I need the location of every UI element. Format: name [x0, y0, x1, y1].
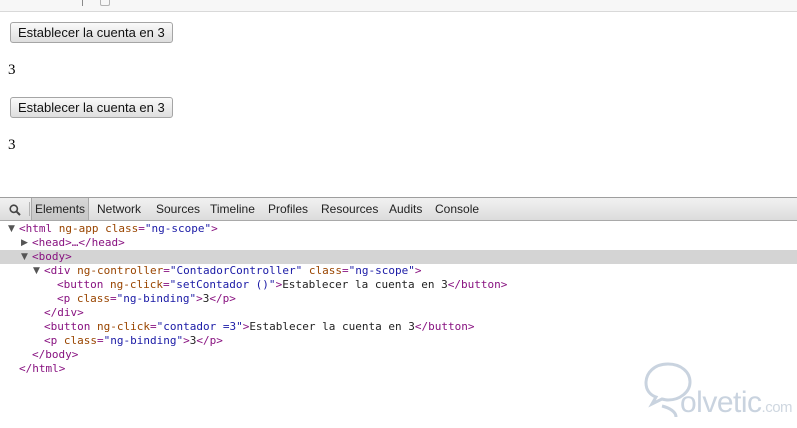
tag-close: > [414, 264, 422, 277]
attr-name: class [105, 222, 139, 235]
expanded-triangle-icon[interactable]: ▼ [8, 222, 15, 236]
attr-value: "ng-scope" [144, 222, 212, 235]
solvetic-wordmark: olvetic.com [680, 386, 793, 420]
tag-end: </button> [414, 320, 475, 333]
search-icon[interactable] [9, 203, 21, 216]
toolbar-divider [82, 0, 83, 6]
tag-body-close: </body> [32, 348, 79, 361]
tag-head: <head>…</head> [32, 236, 125, 249]
expanded-triangle-icon[interactable]: ▼ [33, 264, 40, 278]
attr-equals: = [138, 222, 145, 235]
attr-equals: = [97, 334, 104, 347]
attr-name: ng-click [96, 320, 150, 333]
attr-equals: = [342, 264, 349, 277]
attr-name: class [63, 334, 97, 347]
tree-node-p-1[interactable]: <p class="ng-binding">3</p> [0, 292, 797, 306]
tree-node-div-close[interactable]: </div> [0, 306, 797, 320]
set-count-button-1[interactable]: Establecer la cuenta en 3 [10, 22, 173, 43]
tag-close: > [211, 222, 218, 235]
tree-node-button-2[interactable]: <button ng-click="contador =3">Establece… [0, 320, 797, 334]
tag-html-close: </html> [19, 362, 66, 375]
attr-value: "ContadorController" [169, 264, 303, 277]
node-text: Establecer la cuenta en 3 [249, 320, 415, 333]
tree-node-head[interactable]: ▶ <head>…</head> [0, 236, 797, 250]
attr-equals: = [110, 292, 117, 305]
node-text: Establecer la cuenta en 3 [282, 278, 448, 291]
attr-value: "ng-scope" [348, 264, 415, 277]
tag-end: </button> [447, 278, 508, 291]
tag-close: > [196, 292, 203, 305]
dom-tree: ▼ <html ng-app class="ng-scope"> ▶ <head… [0, 222, 797, 376]
attr-equals: = [162, 278, 170, 291]
tab-network[interactable]: Network [97, 198, 141, 220]
page-icon [100, 0, 110, 6]
tree-node-div[interactable]: ▼ <div ng-controller="ContadorController… [0, 264, 797, 278]
tag-body: <body> [32, 250, 72, 263]
attr-name: ng-app [58, 222, 99, 235]
tab-profiles[interactable]: Profiles [268, 198, 308, 220]
tag-end: </p> [196, 334, 223, 347]
attr-equals: = [149, 320, 157, 333]
attr-name: class [308, 264, 343, 277]
page-viewport: Establecer la cuenta en 3 3 Establecer l… [0, 0, 797, 197]
count-value-1: 3 [8, 62, 16, 78]
tree-node-body[interactable]: ▼ <body> [0, 250, 797, 264]
devtools-toolbar: Elements Network Sources Timeline Profil… [0, 198, 797, 221]
tab-console[interactable]: Console [435, 198, 479, 220]
count-value-2: 3 [8, 137, 16, 153]
collapsed-triangle-icon[interactable]: ▶ [21, 236, 28, 250]
tab-sources[interactable]: Sources [156, 198, 200, 220]
tag-close: > [183, 334, 190, 347]
brand-name: olvetic [680, 386, 762, 419]
tab-timeline[interactable]: Timeline [210, 198, 255, 220]
attr-name: class [76, 292, 110, 305]
tab-resources[interactable]: Resources [321, 198, 378, 220]
tag-open: <button [57, 278, 104, 291]
tag-open: <p [44, 334, 58, 347]
attr-value: "setContador ()" [169, 278, 276, 291]
attr-equals: = [163, 264, 170, 277]
attr-name: ng-controller [77, 264, 164, 277]
tree-node-p-2[interactable]: <p class="ng-binding">3</p> [0, 334, 797, 348]
attr-name: ng-click [109, 278, 163, 291]
tag-open: <button [44, 320, 91, 333]
tag-end: </p> [209, 292, 236, 305]
tag-div-close: </div> [44, 306, 84, 319]
attr-value: "ng-binding" [103, 334, 184, 347]
tag-open: <div [44, 264, 71, 277]
toolbar-divider [29, 202, 30, 216]
expanded-triangle-icon[interactable]: ▼ [21, 250, 28, 264]
set-count-button-2[interactable]: Establecer la cuenta en 3 [10, 97, 173, 118]
tag-open: <html [19, 222, 53, 235]
attr-value: "ng-binding" [116, 292, 197, 305]
attr-value: "contador =3" [156, 320, 243, 333]
tree-node-button-1[interactable]: <button ng-click="setContador ()">Establ… [0, 278, 797, 292]
tree-node-html[interactable]: ▼ <html ng-app class="ng-scope"> [0, 222, 797, 236]
solvetic-watermark: olvetic.com [640, 360, 793, 425]
tag-open: <p [57, 292, 71, 305]
tab-elements[interactable]: Elements [31, 198, 90, 220]
browser-toolbar-edge [0, 0, 797, 12]
tab-audits[interactable]: Audits [389, 198, 422, 220]
brand-domain: .com [761, 399, 793, 416]
